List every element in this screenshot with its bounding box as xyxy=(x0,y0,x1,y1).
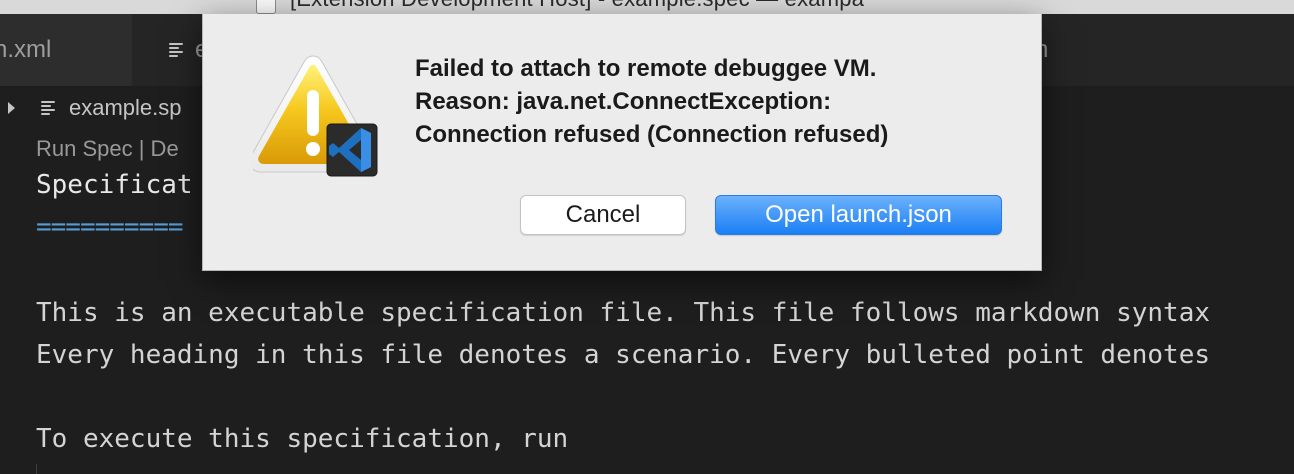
window-title: [Extension Development Host] - example.s… xyxy=(290,0,864,12)
warning-triangle-icon xyxy=(253,55,378,177)
code-line: Specificat xyxy=(36,170,193,200)
code-line: Every heading in this file denotes a sce… xyxy=(36,340,1210,370)
indent-guide xyxy=(36,464,37,474)
chevron-right-icon[interactable] xyxy=(8,102,15,114)
code-line: ========== xyxy=(36,212,184,242)
window-titlebar: [Extension Development Host] - example.s… xyxy=(0,0,1294,14)
screen: [Extension Development Host] - example.s… xyxy=(0,0,1294,474)
error-dialog: Failed to attach to remote debuggee VM. … xyxy=(202,14,1042,271)
tab-label: n.xml xyxy=(0,36,52,63)
message-line: Failed to attach to remote debuggee VM. xyxy=(415,55,877,82)
dialog-message: Failed to attach to remote debuggee VM. … xyxy=(415,52,1015,151)
document-icon xyxy=(256,0,276,14)
message-line: Reason: java.net.ConnectException: xyxy=(415,88,832,115)
open-launch-json-button[interactable]: Open launch.json xyxy=(715,195,1002,235)
file-icon xyxy=(41,101,57,115)
file-icon xyxy=(169,43,185,57)
code-line: This is an executable specification file… xyxy=(36,298,1210,328)
breadcrumb-file[interactable]: example.sp xyxy=(69,95,182,121)
cancel-button[interactable]: Cancel xyxy=(520,195,686,235)
vscode-logo-icon xyxy=(326,123,378,177)
message-line: Connection refused (Connection refused) xyxy=(415,121,889,148)
code-line: To execute this specification, run xyxy=(36,424,569,454)
tab-xml-file[interactable]: n.xml xyxy=(0,14,132,86)
codelens-run-spec[interactable]: Run Spec | De xyxy=(36,136,179,162)
